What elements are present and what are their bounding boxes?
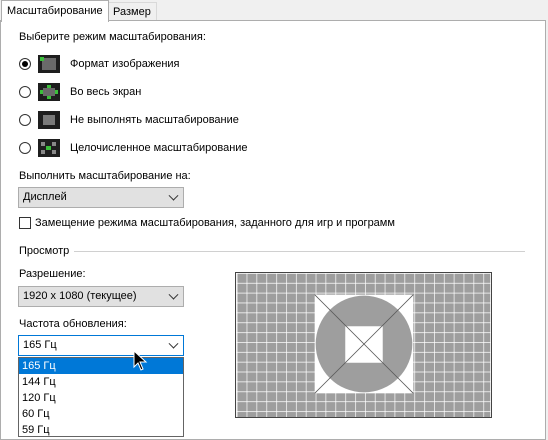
resolution-value: 1920 x 1080 (текущее) — [23, 290, 137, 302]
refresh-option-144[interactable]: 144 Гц — [19, 374, 183, 390]
override-label: Замещение режима масштабирования, заданн… — [35, 217, 395, 229]
refresh-option-59[interactable]: 59 Гц — [19, 422, 183, 436]
chevron-down-icon — [168, 338, 179, 349]
radio-integer-scaling[interactable] — [19, 142, 31, 154]
perform-on-label: Выполнить масштабирование на: — [19, 170, 191, 182]
refresh-rate-label: Частота обновления: — [19, 318, 127, 330]
mouse-cursor-icon — [133, 350, 148, 371]
radio-full-screen[interactable] — [19, 86, 31, 98]
full-screen-icon — [38, 83, 60, 101]
aspect-ratio-icon — [38, 55, 60, 73]
refresh-rate-select[interactable]: 165 Гц — [18, 335, 184, 356]
preview-heading: Просмотр — [19, 245, 70, 257]
tab-bar: Масштабирование Размер — [0, 0, 548, 22]
refresh-option-60[interactable]: 60 Гц — [19, 406, 183, 422]
radio-aspect-ratio[interactable] — [19, 58, 31, 70]
no-scaling-icon — [38, 111, 60, 129]
preview-divider — [74, 251, 525, 252]
tab-size[interactable]: Размер — [107, 2, 157, 20]
option-full-screen-label: Во весь экран — [70, 86, 142, 98]
perform-on-select[interactable]: Дисплей — [18, 187, 184, 208]
chevron-down-icon — [168, 289, 179, 300]
refresh-rate-dropdown: 165 Гц 144 Гц 120 Гц 60 Гц 59 Гц — [18, 357, 184, 437]
resolution-label: Разрешение: — [19, 268, 86, 280]
option-no-scaling-label: Не выполнять масштабирование — [70, 114, 239, 126]
refresh-rate-value: 165 Гц — [23, 339, 57, 351]
tab-scaling[interactable]: Масштабирование — [1, 0, 109, 22]
radio-no-scaling[interactable] — [19, 114, 31, 126]
refresh-option-165[interactable]: 165 Гц — [19, 358, 183, 374]
option-integer-scaling-label: Целочисленное масштабирование — [70, 142, 248, 154]
perform-on-value: Дисплей — [23, 191, 67, 203]
override-checkbox[interactable] — [19, 217, 31, 229]
chevron-down-icon — [168, 190, 179, 201]
option-aspect-ratio-label: Формат изображения — [70, 58, 180, 70]
refresh-option-120[interactable]: 120 Гц — [19, 390, 183, 406]
tab-scaling-label: Масштабирование — [7, 5, 103, 17]
resolution-select[interactable]: 1920 x 1080 (текущее) — [18, 286, 184, 307]
scaling-preview-image — [235, 272, 492, 418]
integer-scaling-icon — [38, 139, 60, 157]
scaling-mode-heading: Выберите режим масштабирования: — [19, 31, 206, 43]
tab-size-label: Размер — [113, 6, 151, 18]
